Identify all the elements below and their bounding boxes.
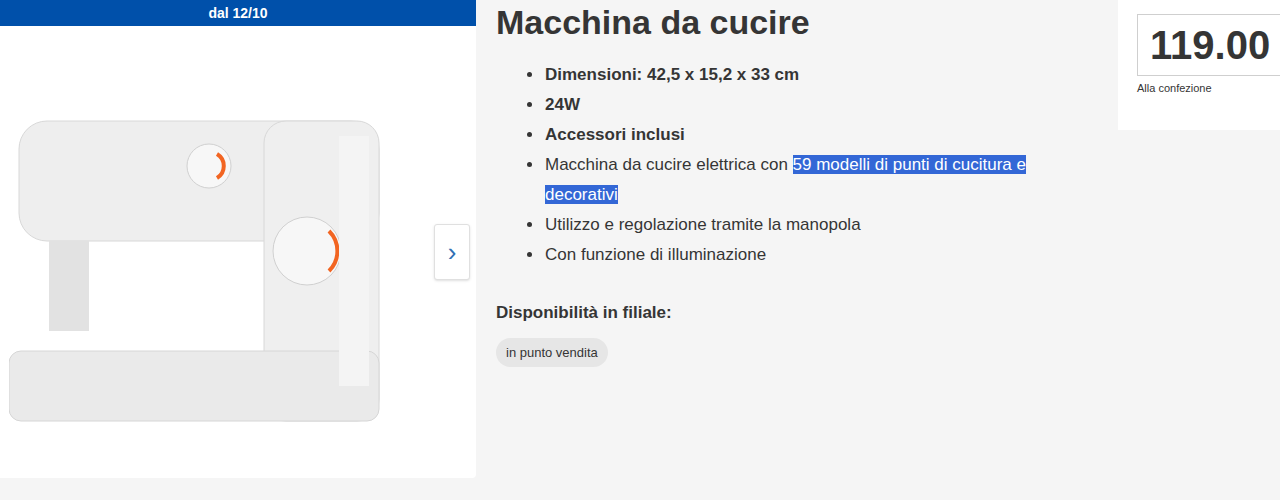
- price-box: 119.00: [1137, 14, 1280, 76]
- product-photo: [4, 56, 394, 436]
- feature-item: Utilizzo e regolazione tramite la manopo…: [544, 210, 1086, 240]
- feature-item: 24W: [544, 90, 1086, 120]
- feature-item: Con funzione di illuminazione: [544, 240, 1086, 270]
- date-banner: dal 12/10: [0, 0, 476, 26]
- next-image-button[interactable]: ›: [434, 224, 470, 280]
- feature-item: Macchina da cucire elettrica con 59 mode…: [544, 150, 1086, 210]
- feature-text: 24W: [545, 95, 580, 114]
- price-card: 119.00 Alla confezione: [1118, 0, 1280, 130]
- feature-list: Dimensioni: 42,5 x 15,2 x 33 cm 24W Access…: [526, 60, 1086, 270]
- price-value: 119.00: [1150, 21, 1280, 69]
- feature-text: Macchina da cucire elettrica con: [545, 155, 793, 174]
- price-unit: Alla confezione: [1137, 80, 1280, 97]
- feature-text: Con funzione di illuminazione: [545, 245, 766, 264]
- product-title: Macchina da cucire: [496, 2, 1118, 42]
- feature-item: Accessori inclusi: [544, 120, 1086, 150]
- feature-text: Dimensioni: 42,5 x 15,2 x 33 cm: [545, 65, 799, 84]
- product-gallery: dal 12/10 ›: [0, 0, 476, 478]
- feature-text: Accessori inclusi: [545, 125, 685, 144]
- feature-text: Utilizzo e regolazione tramite la manopo…: [545, 215, 861, 234]
- sewing-machine-icon: [9, 61, 389, 431]
- availability-badge: in punto vendita: [496, 338, 608, 368]
- availability-label: Disponibilità in filiale:: [496, 300, 1118, 326]
- feature-item: Dimensioni: 42,5 x 15,2 x 33 cm: [544, 60, 1086, 90]
- product-details: Macchina da cucire Dimensioni: 42,5 x 15…: [496, 0, 1118, 367]
